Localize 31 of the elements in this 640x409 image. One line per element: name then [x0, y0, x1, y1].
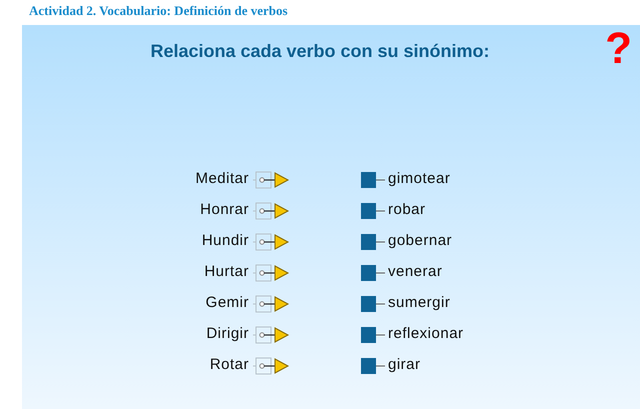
target-square-icon[interactable]: [361, 358, 387, 374]
synonym-label: reflexionar: [388, 324, 464, 344]
verb-label: Honrar: [200, 200, 249, 220]
target-square-icon[interactable]: [361, 264, 387, 280]
connector-handle-icon[interactable]: [253, 356, 291, 374]
verb-label: Hurtar: [204, 262, 249, 282]
verb-label: Dirigir: [206, 324, 249, 344]
target-square-icon[interactable]: [361, 234, 387, 250]
verb-label: Hundir: [202, 231, 249, 252]
connector-handle-icon[interactable]: [253, 264, 291, 282]
connector-handle-icon[interactable]: [253, 170, 291, 188]
help-button[interactable]: ?: [605, 27, 632, 71]
synonym-label: gimotear: [388, 169, 450, 190]
connector-handle-icon[interactable]: [253, 326, 291, 344]
activity-title: Actividad 2. Vocabulario: Definición de verbos: [28, 2, 289, 20]
connector-handle-icon[interactable]: [253, 232, 291, 250]
instruction-text: Relaciona cada verbo con su sinónimo:: [150, 40, 490, 63]
target-square-icon[interactable]: [361, 172, 387, 188]
target-square-icon[interactable]: [361, 296, 387, 312]
target-square-icon[interactable]: [361, 326, 387, 342]
synonym-label: gobernar: [388, 231, 452, 252]
synonym-label: sumergir: [388, 293, 450, 314]
verb-label: Meditar: [195, 169, 249, 190]
synonym-label: robar: [388, 200, 426, 220]
connector-handle-icon[interactable]: [253, 294, 291, 312]
connector-handle-icon[interactable]: [253, 202, 291, 220]
verb-label: Rotar: [210, 355, 249, 376]
synonym-label: venerar: [388, 262, 442, 282]
synonym-label: girar: [388, 355, 421, 376]
verb-label: Gemir: [206, 293, 249, 314]
target-square-icon[interactable]: [361, 202, 387, 218]
